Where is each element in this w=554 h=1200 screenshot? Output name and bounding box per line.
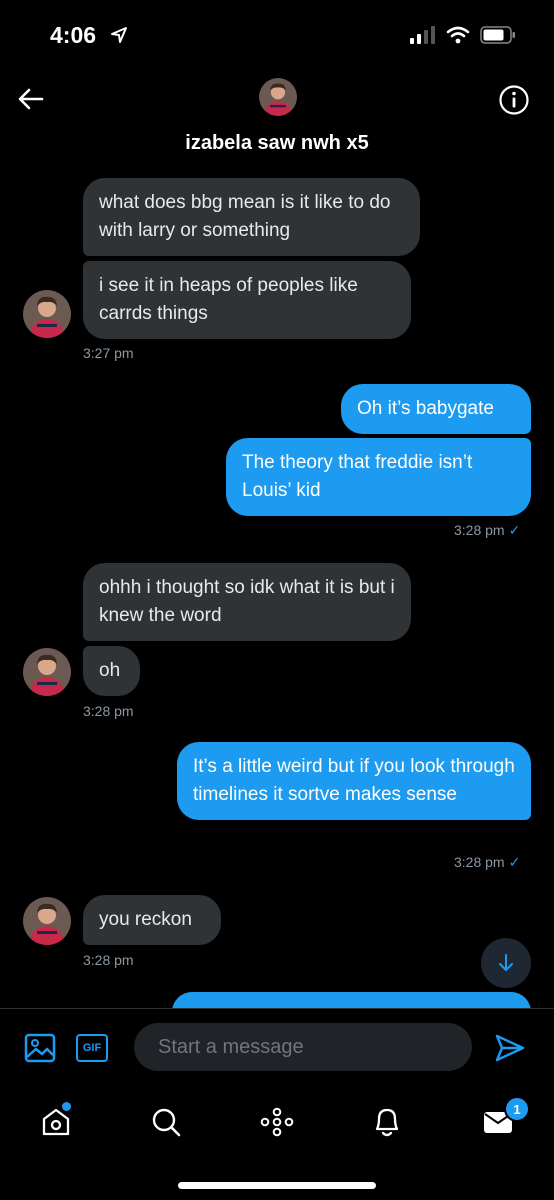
arrow-down-icon — [499, 954, 513, 971]
cellular-signal-icon — [410, 26, 435, 44]
scroll-to-bottom-button[interactable] — [481, 938, 531, 988]
message-timestamp: 3:28 pm — [83, 952, 134, 968]
received-message[interactable]: what does bbg mean is it like to do with… — [83, 178, 420, 256]
sender-avatar[interactable] — [23, 897, 71, 945]
location-arrow-icon — [111, 27, 127, 43]
header-avatar[interactable] — [259, 78, 297, 116]
conversation-header: izabela saw nwh x5 — [0, 70, 554, 170]
message-timestamp: 3:27 pm — [83, 345, 134, 361]
message-timestamp: 3:28 pm — [83, 703, 134, 719]
home-notification-dot — [62, 1102, 71, 1111]
wifi-icon — [446, 26, 470, 44]
read-check-icon: ✓ — [508, 854, 521, 870]
send-icon[interactable] — [494, 1033, 526, 1063]
timestamp-text: 3:28 pm — [454, 522, 505, 538]
read-check-icon: ✓ — [508, 522, 521, 538]
received-message[interactable]: you reckon — [83, 895, 221, 945]
tab-notifications[interactable] — [367, 1102, 407, 1142]
spaces-icon — [260, 1107, 294, 1137]
battery-icon — [480, 26, 515, 44]
bell-icon — [375, 1108, 399, 1137]
info-icon[interactable] — [498, 84, 530, 116]
received-message[interactable]: ohhh i thought so idk what it is but i k… — [83, 563, 411, 641]
tab-search[interactable] — [146, 1102, 186, 1142]
message-timestamp: 3:28 pm ✓ — [454, 854, 520, 871]
received-message[interactable]: i see it in heaps of peoples like carrds… — [83, 261, 411, 339]
status-time: 4:06 — [50, 22, 97, 48]
message-timestamp: 3:28 pm ✓ — [454, 522, 520, 539]
sender-avatar[interactable] — [23, 290, 71, 338]
tab-spaces[interactable] — [257, 1102, 297, 1142]
home-indicator — [178, 1182, 376, 1189]
received-message[interactable]: oh — [83, 646, 140, 696]
bottom-tab-bar: 1 — [0, 1088, 554, 1200]
message-input-placeholder: Start a message — [158, 1035, 304, 1058]
message-composer: GIF Start a message — [0, 1008, 554, 1088]
sent-message[interactable]: The theory that freddie isn’t Louis’ kid — [226, 438, 531, 516]
status-bar: 4:06 — [0, 0, 554, 70]
timestamp-text: 3:28 pm — [454, 854, 505, 870]
search-icon — [152, 1108, 181, 1137]
back-arrow-icon[interactable] — [16, 84, 46, 114]
sent-message[interactable]: It’s a little weird but if you look thro… — [177, 742, 531, 820]
messages-badge: 1 — [504, 1096, 530, 1122]
sender-avatar[interactable] — [23, 648, 71, 696]
sent-message[interactable]: Oh it’s babygate — [341, 384, 531, 434]
gif-button[interactable]: GIF — [76, 1034, 108, 1062]
image-icon[interactable] — [24, 1033, 56, 1063]
conversation-title[interactable]: izabela saw nwh x5 — [0, 132, 554, 155]
message-input[interactable]: Start a message — [134, 1023, 472, 1071]
